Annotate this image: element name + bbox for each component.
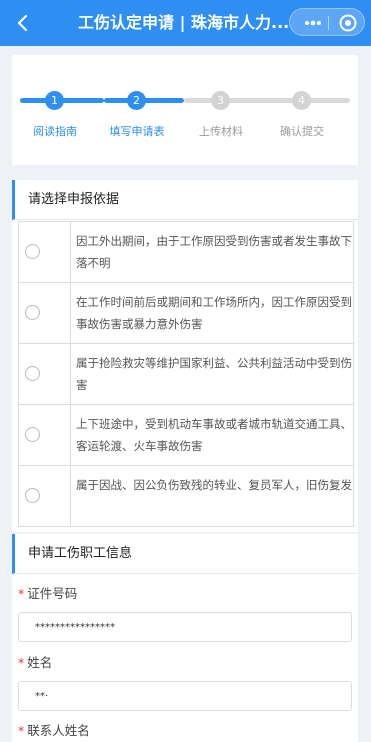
option-text: 属于抢险救灾等维护国家利益、公共利益活动中受到伤害 (76, 356, 352, 392)
page-title: 工伤认定申请 | 珠海市人力... (78, 13, 288, 32)
required-mark: * (18, 586, 25, 601)
radio-button[interactable] (25, 366, 40, 381)
step-line-3 (184, 98, 350, 103)
step-2-label: 填写申请表 (109, 125, 165, 138)
option-text: 上下班途中，受到机动车事故或者城市轨道交通工具、客运轮渡、火车事故伤害 (76, 417, 352, 453)
radio-cell (19, 344, 71, 404)
radio-cell (19, 283, 71, 343)
radio-button[interactable] (25, 488, 40, 503)
id-number-label: * 证件号码 (18, 583, 77, 602)
section-title: 申请工伤职工信息 (12, 534, 358, 574)
contact-name-label: * 联系人姓名 (18, 720, 90, 739)
radio-cell (19, 466, 71, 526)
radio-button[interactable] (25, 427, 40, 442)
step-4-label: 确认提交 (280, 125, 324, 138)
radio-cell (19, 405, 71, 465)
radio-button[interactable] (25, 244, 40, 259)
basis-options-table: 因工外出期间，由于工作原因受到伤害或者发生事故下落不明 在工作时间前后或期间和工… (18, 221, 354, 527)
step-3-circle: 3 (211, 91, 230, 110)
radio-cell (19, 222, 71, 282)
option-text: 属于因战、因公负伤致残的转业、复员军人，旧伤复发 (76, 478, 352, 492)
required-mark: * (18, 655, 25, 670)
option-text: 因工外出期间，由于工作原因受到伤害或者发生事故下落不明 (76, 234, 352, 270)
name-label: * 姓名 (18, 652, 52, 671)
required-mark: * (18, 723, 25, 738)
chevron-left-icon[interactable] (8, 8, 38, 38)
more-dots-icon[interactable] (298, 9, 328, 37)
basis-option-row[interactable]: 属于抢险救灾等维护国家利益、公共利益活动中受到伤害 (18, 344, 354, 405)
radio-button[interactable] (25, 305, 40, 320)
step-1-label: 阅读指南 (33, 125, 77, 138)
top-navigation-bar: 工伤认定申请 | 珠海市人力... (0, 0, 371, 46)
progress-stepper: 1 2 3 4 阅读指南 填写申请表 上传材料 确认提交 (12, 55, 358, 165)
basis-option-row[interactable]: 属于因战、因公负伤致残的转业、复员军人，旧伤复发 (18, 466, 354, 527)
name-input[interactable] (18, 681, 352, 711)
id-number-label-text: 证件号码 (27, 586, 78, 601)
basis-option-row[interactable]: 上下班途中，受到机动车事故或者城市轨道交通工具、客运轮渡、火车事故伤害 (18, 405, 354, 466)
contact-name-label-text: 联系人姓名 (27, 723, 90, 738)
step-1-circle: 1 (45, 91, 64, 110)
name-label-text: 姓名 (27, 655, 53, 670)
option-text: 在工作时间前后或期间和工作场所内，因工作原因受到事故伤害或暴力意外伤害 (76, 295, 352, 331)
basis-section: 请选择申报依据 因工外出期间，由于工作原因受到伤害或者发生事故下落不明 在工作时… (12, 180, 358, 532)
basis-option-row[interactable]: 在工作时间前后或期间和工作场所内，因工作原因受到事故伤害或暴力意外伤害 (18, 283, 354, 344)
capsule-divider (328, 16, 329, 30)
step-2-circle: 2 (127, 91, 146, 110)
basis-option-row[interactable]: 因工外出期间，由于工作原因受到伤害或者发生事故下落不明 (18, 222, 354, 283)
step-4-circle: 4 (292, 91, 311, 110)
section-title: 请选择申报依据 (12, 180, 358, 220)
mini-program-capsule (289, 8, 365, 36)
worker-info-section: 申请工伤职工信息 *证件号码 *姓名 *联系人姓名 (12, 534, 358, 742)
target-close-icon[interactable] (334, 9, 362, 37)
step-3-label: 上传材料 (199, 125, 243, 138)
id-number-input[interactable] (18, 612, 352, 642)
